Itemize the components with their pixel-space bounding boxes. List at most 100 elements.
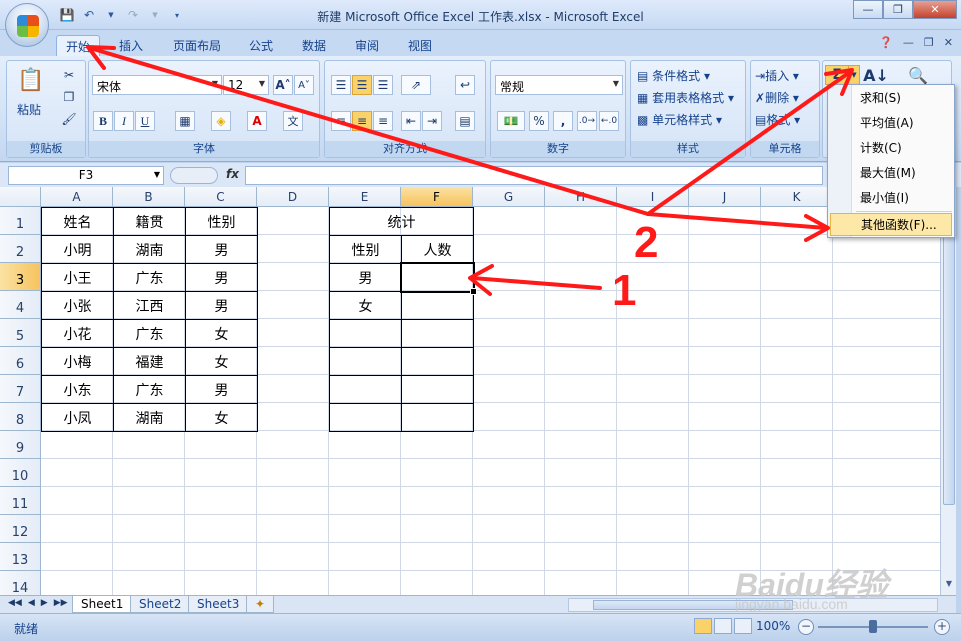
first-sheet-icon[interactable]: ◀◀ xyxy=(8,598,22,608)
stats-cell[interactable]: 女 xyxy=(329,291,402,320)
menu-item-min[interactable]: 最小值(I) xyxy=(830,187,952,210)
align-right-icon[interactable]: ≡ xyxy=(373,111,393,131)
align-left-icon[interactable]: ≡ xyxy=(331,111,351,131)
merge-center-icon[interactable]: ▤ xyxy=(455,111,475,131)
select-all-corner[interactable] xyxy=(0,187,41,207)
table-cell[interactable]: 男 xyxy=(185,263,258,292)
tab-insert[interactable]: 插入 xyxy=(110,35,152,57)
column-header-b[interactable]: B xyxy=(113,187,185,207)
table-cell[interactable]: 女 xyxy=(185,403,258,432)
paste-icon[interactable]: 📋 xyxy=(17,65,45,95)
align-top-icon[interactable]: ☰ xyxy=(331,75,351,95)
sort-filter-icon[interactable]: A↓ xyxy=(863,65,889,85)
row-header-2[interactable]: 2 xyxy=(0,235,41,263)
bold-button[interactable]: B xyxy=(93,111,113,131)
last-sheet-icon[interactable]: ▶▶ xyxy=(54,598,68,608)
insert-function-button[interactable]: fx xyxy=(226,167,239,181)
menu-item-max[interactable]: 最大值(M) xyxy=(830,162,952,185)
table-cell[interactable]: 广东 xyxy=(113,319,186,348)
column-header-g[interactable]: G xyxy=(473,187,545,207)
menu-item-average[interactable]: 平均值(A) xyxy=(830,112,952,135)
stats-cell[interactable] xyxy=(401,347,474,376)
table-cell[interactable]: 福建 xyxy=(113,347,186,376)
tab-view[interactable]: 视图 xyxy=(399,35,441,57)
zoom-level[interactable]: 100% xyxy=(756,619,790,633)
sheet-tab-3[interactable]: Sheet3 xyxy=(188,596,249,613)
page-break-view-icon[interactable] xyxy=(734,618,752,634)
paste-button[interactable]: 粘贴 xyxy=(17,101,41,118)
office-button[interactable] xyxy=(5,3,49,47)
number-format-select[interactable]: 常规 ▼ xyxy=(495,75,623,95)
scroll-down-icon[interactable]: ▼ xyxy=(943,579,955,593)
autosum-button[interactable]: Σ xyxy=(825,65,849,85)
format-as-table-button[interactable]: ▦ 套用表格格式 ▾ xyxy=(637,89,734,106)
menu-item-more-functions[interactable]: 其他函数(F)... xyxy=(830,213,952,236)
stats-cell[interactable] xyxy=(401,291,474,320)
stats-cell[interactable] xyxy=(329,403,402,432)
stats-cell[interactable] xyxy=(329,375,402,404)
row-header-10[interactable]: 10 xyxy=(0,459,41,487)
next-sheet-icon[interactable]: ▶ xyxy=(41,598,48,608)
worksheet-grid[interactable]: A B C D E F G H I J K 1 2 3 4 5 6 7 8 9 10 11 12 13 14 姓名 籍贯 性别 小明 湖南… xyxy=(0,187,940,595)
font-name-select[interactable]: 宋体 ▼ xyxy=(92,75,222,95)
page-layout-view-icon[interactable] xyxy=(714,618,732,634)
align-middle-icon[interactable]: ☰ xyxy=(352,75,372,95)
table-cell[interactable]: 小凤 xyxy=(41,403,114,432)
row-header-4[interactable]: 4 xyxy=(0,291,41,319)
find-select-icon[interactable]: 🔍 xyxy=(905,65,931,85)
table-cell[interactable]: 小明 xyxy=(41,235,114,264)
table-header-cell[interactable]: 姓名 xyxy=(41,207,114,236)
table-cell[interactable]: 男 xyxy=(185,291,258,320)
table-header-cell[interactable]: 性别 xyxy=(185,207,258,236)
table-cell[interactable]: 广东 xyxy=(113,375,186,404)
row-header-5[interactable]: 5 xyxy=(0,319,41,347)
column-header-h[interactable]: H xyxy=(545,187,617,207)
decrease-indent-icon[interactable]: ⇤ xyxy=(401,111,421,131)
cell-styles-button[interactable]: ▩ 单元格样式 ▾ xyxy=(637,111,722,128)
currency-icon[interactable]: 💵 xyxy=(497,111,525,131)
prev-sheet-icon[interactable]: ◀ xyxy=(28,598,35,608)
phonetic-button[interactable]: 文 xyxy=(283,111,303,131)
stats-cell[interactable] xyxy=(401,403,474,432)
row-header-9[interactable]: 9 xyxy=(0,431,41,459)
table-cell[interactable]: 湖南 xyxy=(113,235,186,264)
menu-item-sum[interactable]: 求和(S) xyxy=(830,87,952,110)
column-header-c[interactable]: C xyxy=(185,187,257,207)
font-size-select[interactable]: 12 ▼ xyxy=(223,75,269,95)
table-cell[interactable]: 小梅 xyxy=(41,347,114,376)
delete-cells-button[interactable]: ✗删除 ▾ xyxy=(755,89,799,106)
stats-title-cell[interactable]: 统计 xyxy=(329,207,474,236)
stats-header-cell[interactable]: 人数 xyxy=(401,235,474,264)
wrap-text-icon[interactable]: ↩ xyxy=(455,75,475,95)
comma-button[interactable]: , xyxy=(553,111,573,131)
vertical-scroll-thumb[interactable] xyxy=(943,205,955,505)
vertical-scrollbar[interactable]: ▲ ▼ xyxy=(940,187,956,595)
row-header-12[interactable]: 12 xyxy=(0,515,41,543)
row-header-6[interactable]: 6 xyxy=(0,347,41,375)
stats-cell[interactable] xyxy=(401,319,474,348)
grow-font-icon[interactable]: A˄ xyxy=(273,75,293,95)
column-header-e[interactable]: E xyxy=(329,187,401,207)
stats-cell[interactable] xyxy=(329,347,402,376)
conditional-format-button[interactable]: ▤ 条件格式 ▾ xyxy=(637,67,710,84)
name-box[interactable]: F3 ▼ xyxy=(8,166,164,185)
normal-view-icon[interactable] xyxy=(694,618,712,634)
tab-page-layout[interactable]: 页面布局 xyxy=(164,35,230,57)
wb-restore-icon[interactable]: ❐ xyxy=(924,36,934,49)
insert-sheet-icon[interactable]: ✦ xyxy=(246,596,274,613)
stats-header-cell[interactable]: 性别 xyxy=(329,235,402,264)
increase-indent-icon[interactable]: ⇥ xyxy=(422,111,442,131)
shrink-font-icon[interactable]: A˅ xyxy=(294,75,314,95)
menu-item-count[interactable]: 计数(C) xyxy=(830,137,952,160)
row-header-14[interactable]: 14 xyxy=(0,571,41,595)
stats-cell[interactable]: 男 xyxy=(329,263,402,292)
italic-button[interactable]: I xyxy=(114,111,134,131)
percent-button[interactable]: % xyxy=(529,111,549,131)
table-cell[interactable]: 广东 xyxy=(113,263,186,292)
zoom-out-button[interactable]: − xyxy=(798,619,814,635)
tab-data[interactable]: 数据 xyxy=(293,35,335,57)
table-cell[interactable]: 小花 xyxy=(41,319,114,348)
table-cell[interactable]: 男 xyxy=(185,375,258,404)
active-cell-selection[interactable] xyxy=(400,262,477,295)
fill-color-icon[interactable]: ◈ xyxy=(211,111,231,131)
